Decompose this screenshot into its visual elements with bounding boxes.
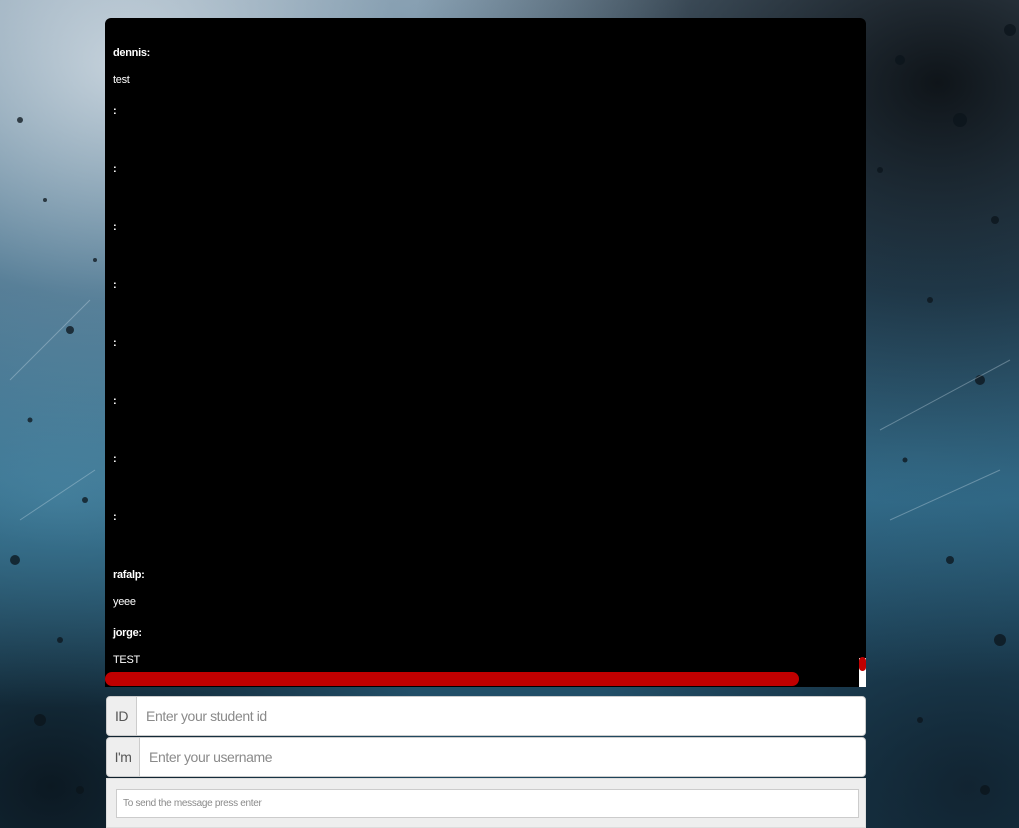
username-label: I'm — [107, 738, 140, 776]
message-username: rafalp: — [113, 569, 145, 581]
message-text — [113, 131, 860, 145]
message-text: TEST — [113, 654, 140, 666]
message-text: yeee — [113, 596, 136, 608]
message-username: jorge: — [113, 627, 142, 639]
message-username: : — [113, 337, 117, 349]
message-text — [113, 421, 860, 435]
message-text — [113, 247, 860, 261]
message-text: test — [113, 74, 130, 86]
message-username: : — [113, 453, 117, 465]
username-group: I'm — [106, 737, 866, 777]
message-item: : — [113, 104, 860, 162]
message-item: dennis: test — [113, 46, 860, 104]
message-username: : — [113, 395, 117, 407]
message-text — [113, 363, 860, 377]
message-item: : — [113, 394, 860, 452]
message-text — [113, 305, 860, 319]
message-item: jorge: TEST — [113, 626, 860, 673]
message-item: : — [113, 162, 860, 220]
message-item: : — [113, 452, 860, 510]
message-text — [113, 479, 860, 493]
horizontal-scrollbar[interactable] — [105, 672, 799, 686]
message-username: : — [113, 221, 117, 233]
message-username: dennis: — [113, 47, 151, 59]
id-label: ID — [107, 697, 137, 735]
message-item: : — [113, 510, 860, 568]
vertical-scrollbar[interactable] — [859, 657, 866, 671]
message-item: : — [113, 220, 860, 278]
message-text — [113, 189, 860, 203]
username-input[interactable] — [140, 738, 865, 776]
message-username: : — [113, 279, 117, 291]
message-input[interactable] — [116, 789, 859, 818]
student-id-input[interactable] — [137, 697, 865, 735]
message-text — [113, 537, 860, 551]
message-username: : — [113, 511, 117, 523]
message-username: : — [113, 163, 117, 175]
message-username: : — [113, 105, 117, 117]
message-item: rafalp: yeee — [113, 568, 860, 626]
chat-panel[interactable]: dennis:test::::::::rafalp:yeeejorge:TEST — [105, 18, 866, 687]
student-id-group: ID — [106, 696, 866, 736]
message-item: : — [113, 336, 860, 394]
message-item: : — [113, 278, 860, 336]
message-list: dennis:test::::::::rafalp:yeeejorge:TEST — [105, 18, 860, 673]
send-area — [106, 778, 866, 828]
